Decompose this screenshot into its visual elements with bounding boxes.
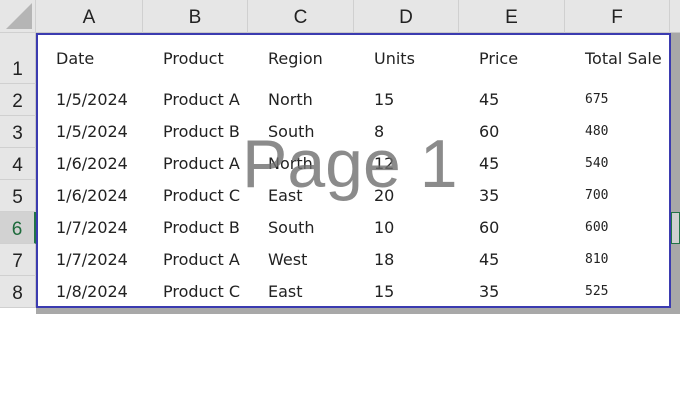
cell-F7[interactable]: 810 <box>585 250 608 270</box>
header-cell-C[interactable]: Region <box>268 49 323 69</box>
page-break-gray-area <box>671 33 680 308</box>
cell-D3[interactable]: 8 <box>374 122 384 142</box>
column-header-D[interactable]: D <box>354 0 459 33</box>
row-header-1[interactable]: 1 <box>0 33 36 84</box>
cell-F4[interactable]: 540 <box>585 154 608 174</box>
cell-B2[interactable]: Product A <box>163 90 240 110</box>
cell-F5[interactable]: 700 <box>585 186 608 206</box>
cell-A7[interactable]: 1/7/2024 <box>56 250 128 270</box>
cell-F2[interactable]: 675 <box>585 90 608 110</box>
cell-F6[interactable]: 600 <box>585 218 608 238</box>
selected-cell-indicator <box>671 212 680 244</box>
row-header-3[interactable]: 3 <box>0 116 36 148</box>
header-cell-A[interactable]: Date <box>56 49 94 69</box>
column-header-E[interactable]: E <box>459 0 565 33</box>
cell-D8[interactable]: 15 <box>374 282 394 302</box>
cell-B4[interactable]: Product A <box>163 154 240 174</box>
select-all-button[interactable] <box>0 0 36 33</box>
header-cell-D[interactable]: Units <box>374 49 415 69</box>
row-header-4[interactable]: 4 <box>0 148 36 180</box>
cell-B8[interactable]: Product C <box>163 282 240 302</box>
column-header-next[interactable] <box>670 0 680 33</box>
cell-D5[interactable]: 20 <box>374 186 394 206</box>
cell-C8[interactable]: East <box>268 282 303 302</box>
cell-D7[interactable]: 18 <box>374 250 394 270</box>
cell-E5[interactable]: 35 <box>479 186 499 206</box>
cell-E8[interactable]: 35 <box>479 282 499 302</box>
cell-F3[interactable]: 480 <box>585 122 608 142</box>
cell-B5[interactable]: Product C <box>163 186 240 206</box>
cell-E7[interactable]: 45 <box>479 250 499 270</box>
cell-C7[interactable]: West <box>268 250 307 270</box>
cell-C6[interactable]: South <box>268 218 315 238</box>
header-cell-B[interactable]: Product <box>163 49 224 69</box>
header-cell-F[interactable]: Total Sale <box>585 49 662 69</box>
cell-C5[interactable]: East <box>268 186 303 206</box>
cell-A3[interactable]: 1/5/2024 <box>56 122 128 142</box>
cell-E6[interactable]: 60 <box>479 218 499 238</box>
cell-A2[interactable]: 1/5/2024 <box>56 90 128 110</box>
header-cell-E[interactable]: Price <box>479 49 518 69</box>
cell-B6[interactable]: Product B <box>163 218 240 238</box>
cell-A8[interactable]: 1/8/2024 <box>56 282 128 302</box>
row-header-2[interactable]: 2 <box>0 84 36 116</box>
cell-A4[interactable]: 1/6/2024 <box>56 154 128 174</box>
print-page-area <box>36 33 671 308</box>
cell-C4[interactable]: North <box>268 154 313 174</box>
row-header-5[interactable]: 5 <box>0 180 36 212</box>
cell-E2[interactable]: 45 <box>479 90 499 110</box>
cell-D6[interactable]: 10 <box>374 218 394 238</box>
column-header-B[interactable]: B <box>143 0 248 33</box>
column-header-C[interactable]: C <box>248 0 354 33</box>
row-header-8[interactable]: 8 <box>0 276 36 308</box>
cell-D2[interactable]: 15 <box>374 90 394 110</box>
column-header-F[interactable]: F <box>565 0 670 33</box>
page-break-gray-area <box>36 308 680 314</box>
column-header-A[interactable]: A <box>36 0 143 33</box>
cell-E4[interactable]: 45 <box>479 154 499 174</box>
row-header-7[interactable]: 7 <box>0 244 36 276</box>
cell-B3[interactable]: Product B <box>163 122 240 142</box>
cell-B7[interactable]: Product A <box>163 250 240 270</box>
cell-A6[interactable]: 1/7/2024 <box>56 218 128 238</box>
row-header-6[interactable]: 6 <box>0 212 36 244</box>
cell-C2[interactable]: North <box>268 90 313 110</box>
cell-C3[interactable]: South <box>268 122 315 142</box>
cell-E3[interactable]: 60 <box>479 122 499 142</box>
cell-F8[interactable]: 525 <box>585 282 608 302</box>
cell-D4[interactable]: 12 <box>374 154 394 174</box>
cell-A5[interactable]: 1/6/2024 <box>56 186 128 206</box>
